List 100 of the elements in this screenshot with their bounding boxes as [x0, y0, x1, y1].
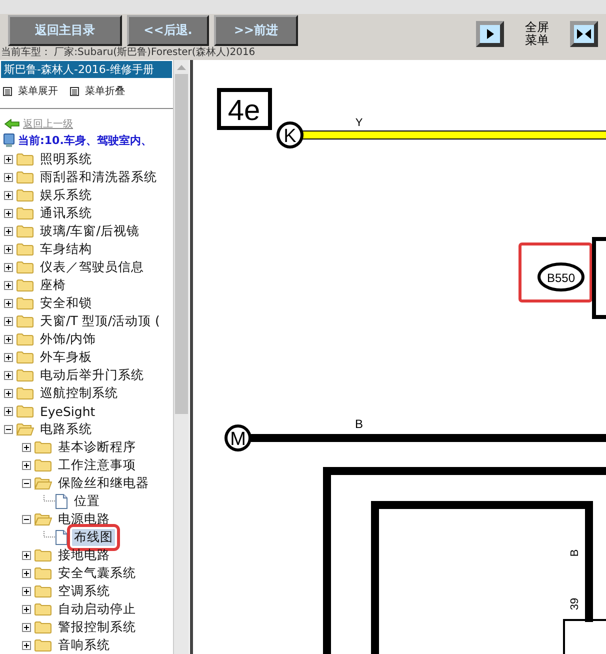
- tree-item[interactable]: 安全和锁: [38, 294, 94, 312]
- collapse-icon[interactable]: [22, 478, 31, 488]
- page-icon: [55, 530, 68, 544]
- expand-panel-button[interactable]: [476, 21, 504, 47]
- tree-item[interactable]: 照明系统: [38, 150, 94, 168]
- folder-icon: [16, 170, 34, 184]
- expand-icon[interactable]: [4, 298, 13, 308]
- list-icon: [3, 86, 12, 96]
- tree-item[interactable]: 电动后举升门系统: [38, 366, 146, 384]
- expand-icon[interactable]: [4, 208, 13, 218]
- vehicle-info-text: 当前车型： 厂家:Subaru(斯巴鲁)Forester(森林人)2016: [0, 46, 256, 60]
- expand-icon[interactable]: [22, 604, 31, 614]
- tree-item[interactable]: EyeSight: [38, 404, 98, 418]
- folder-icon: [16, 386, 34, 400]
- scrollbar-thumb[interactable]: [175, 74, 188, 414]
- folder-icon: [16, 332, 34, 346]
- folder-icon: [34, 440, 52, 454]
- expand-icon[interactable]: [4, 352, 13, 362]
- expand-icon[interactable]: [22, 568, 31, 578]
- tree-item[interactable]: 车身结构: [38, 240, 94, 258]
- folder-icon: [16, 206, 34, 220]
- expand-icon[interactable]: [4, 190, 13, 200]
- folder-icon: [16, 188, 34, 202]
- folder-icon: [34, 548, 52, 562]
- connector-k-circle: [276, 122, 304, 148]
- expand-icon[interactable]: [4, 262, 13, 272]
- expand-icon[interactable]: [4, 334, 13, 344]
- expand-icon[interactable]: [4, 244, 13, 254]
- tree-item[interactable]: 接地电路: [56, 546, 112, 564]
- expand-icon[interactable]: [4, 370, 13, 380]
- tree-item[interactable]: 仪表／驾驶员信息: [38, 258, 146, 276]
- tree-item[interactable]: 位置: [72, 492, 102, 510]
- expand-icon[interactable]: [4, 406, 13, 416]
- nav-button[interactable]: <<后退.: [127, 14, 209, 46]
- folder-icon: [16, 404, 34, 418]
- connector-b550-ellipse: [538, 262, 584, 292]
- tree-item[interactable]: 音响系统: [56, 636, 112, 654]
- collapse-menu-link[interactable]: 菜单折叠: [85, 84, 125, 98]
- folder-icon: [16, 260, 34, 274]
- tree-item[interactable]: 空调系统: [56, 582, 112, 600]
- expand-icon[interactable]: [4, 316, 13, 326]
- tree-item[interactable]: 玻璃/车窗/后视镜: [38, 222, 142, 240]
- tree-item[interactable]: 天窗/T 型顶/活动顶 (: [38, 312, 162, 330]
- split-panel-button[interactable]: [570, 21, 598, 47]
- tree-item[interactable]: 巡航控制系统: [38, 384, 120, 402]
- tree-item[interactable]: 自动启动停止: [56, 600, 138, 618]
- expand-icon[interactable]: [4, 154, 13, 164]
- fullscreen-menu-label[interactable]: 全屏菜单: [523, 21, 551, 47]
- tree-item[interactable]: 布线图: [72, 528, 115, 546]
- folder-icon: [34, 566, 52, 580]
- collapse-icon[interactable]: [22, 514, 31, 524]
- tree-item[interactable]: 保险丝和继电器: [56, 474, 151, 492]
- folder-icon: [16, 296, 34, 310]
- connector-m-label: M: [230, 429, 246, 450]
- expand-icon[interactable]: [4, 226, 13, 236]
- folder-icon: [16, 350, 34, 364]
- tree-item[interactable]: 外车身板: [38, 348, 94, 366]
- expand-icon[interactable]: [22, 640, 31, 650]
- expand-icon[interactable]: [22, 586, 31, 596]
- scrollbar[interactable]: [173, 60, 189, 654]
- page-code-label: 4e: [228, 95, 260, 127]
- tree-item[interactable]: 座椅: [38, 276, 68, 294]
- tree-item[interactable]: 娱乐系统: [38, 186, 94, 204]
- folder-icon: [34, 584, 52, 598]
- nav-button[interactable]: >>前进: [214, 14, 298, 46]
- tree-item[interactable]: 外饰/内饰: [38, 330, 98, 348]
- folder-icon: [34, 638, 52, 652]
- expand-icon[interactable]: [4, 388, 13, 398]
- folder-icon: [16, 278, 34, 292]
- tree-item[interactable]: 电路系统: [38, 420, 94, 438]
- expand-menu-link[interactable]: 菜单展开: [18, 84, 58, 98]
- computer-icon: [3, 133, 15, 148]
- tree-item[interactable]: 雨刮器和清洗器系统: [38, 168, 159, 186]
- tree-item[interactable]: 安全气囊系统: [56, 564, 138, 582]
- folder-icon: [16, 152, 34, 166]
- expand-icon[interactable]: [4, 280, 13, 290]
- expand-icon[interactable]: [22, 442, 31, 452]
- connector-k-label: K: [284, 126, 296, 147]
- list-icon: [70, 86, 79, 96]
- tree-item[interactable]: 工作注意事项: [56, 456, 138, 474]
- folder-icon: [16, 368, 34, 382]
- connector-b550-label: B550: [546, 271, 576, 285]
- component-box: [563, 619, 606, 654]
- expand-icon[interactable]: [4, 172, 13, 182]
- pin-number-label: 39: [569, 598, 581, 610]
- back-arrow-icon: [4, 119, 20, 129]
- expand-icon[interactable]: [22, 622, 31, 632]
- back-link[interactable]: 返回上一级: [23, 117, 73, 131]
- expand-icon[interactable]: [22, 550, 31, 560]
- manual-title: 斯巴鲁-森林人-2016-维修手册: [1, 61, 172, 78]
- tree-item[interactable]: 通讯系统: [38, 204, 94, 222]
- tree-item[interactable]: 基本诊断程序: [56, 438, 138, 456]
- expand-icon[interactable]: [22, 460, 31, 470]
- collapse-icon[interactable]: [4, 424, 13, 434]
- wire-color-label: B: [355, 417, 363, 431]
- arrows-inward-icon: [576, 27, 592, 41]
- tree-item[interactable]: 警报控制系统: [56, 618, 138, 636]
- nav-button[interactable]: 返回主目录: [8, 14, 122, 46]
- current-section-text: 当前:10.车身、驾驶室内、: [18, 133, 152, 148]
- open-folder-icon: [34, 476, 52, 490]
